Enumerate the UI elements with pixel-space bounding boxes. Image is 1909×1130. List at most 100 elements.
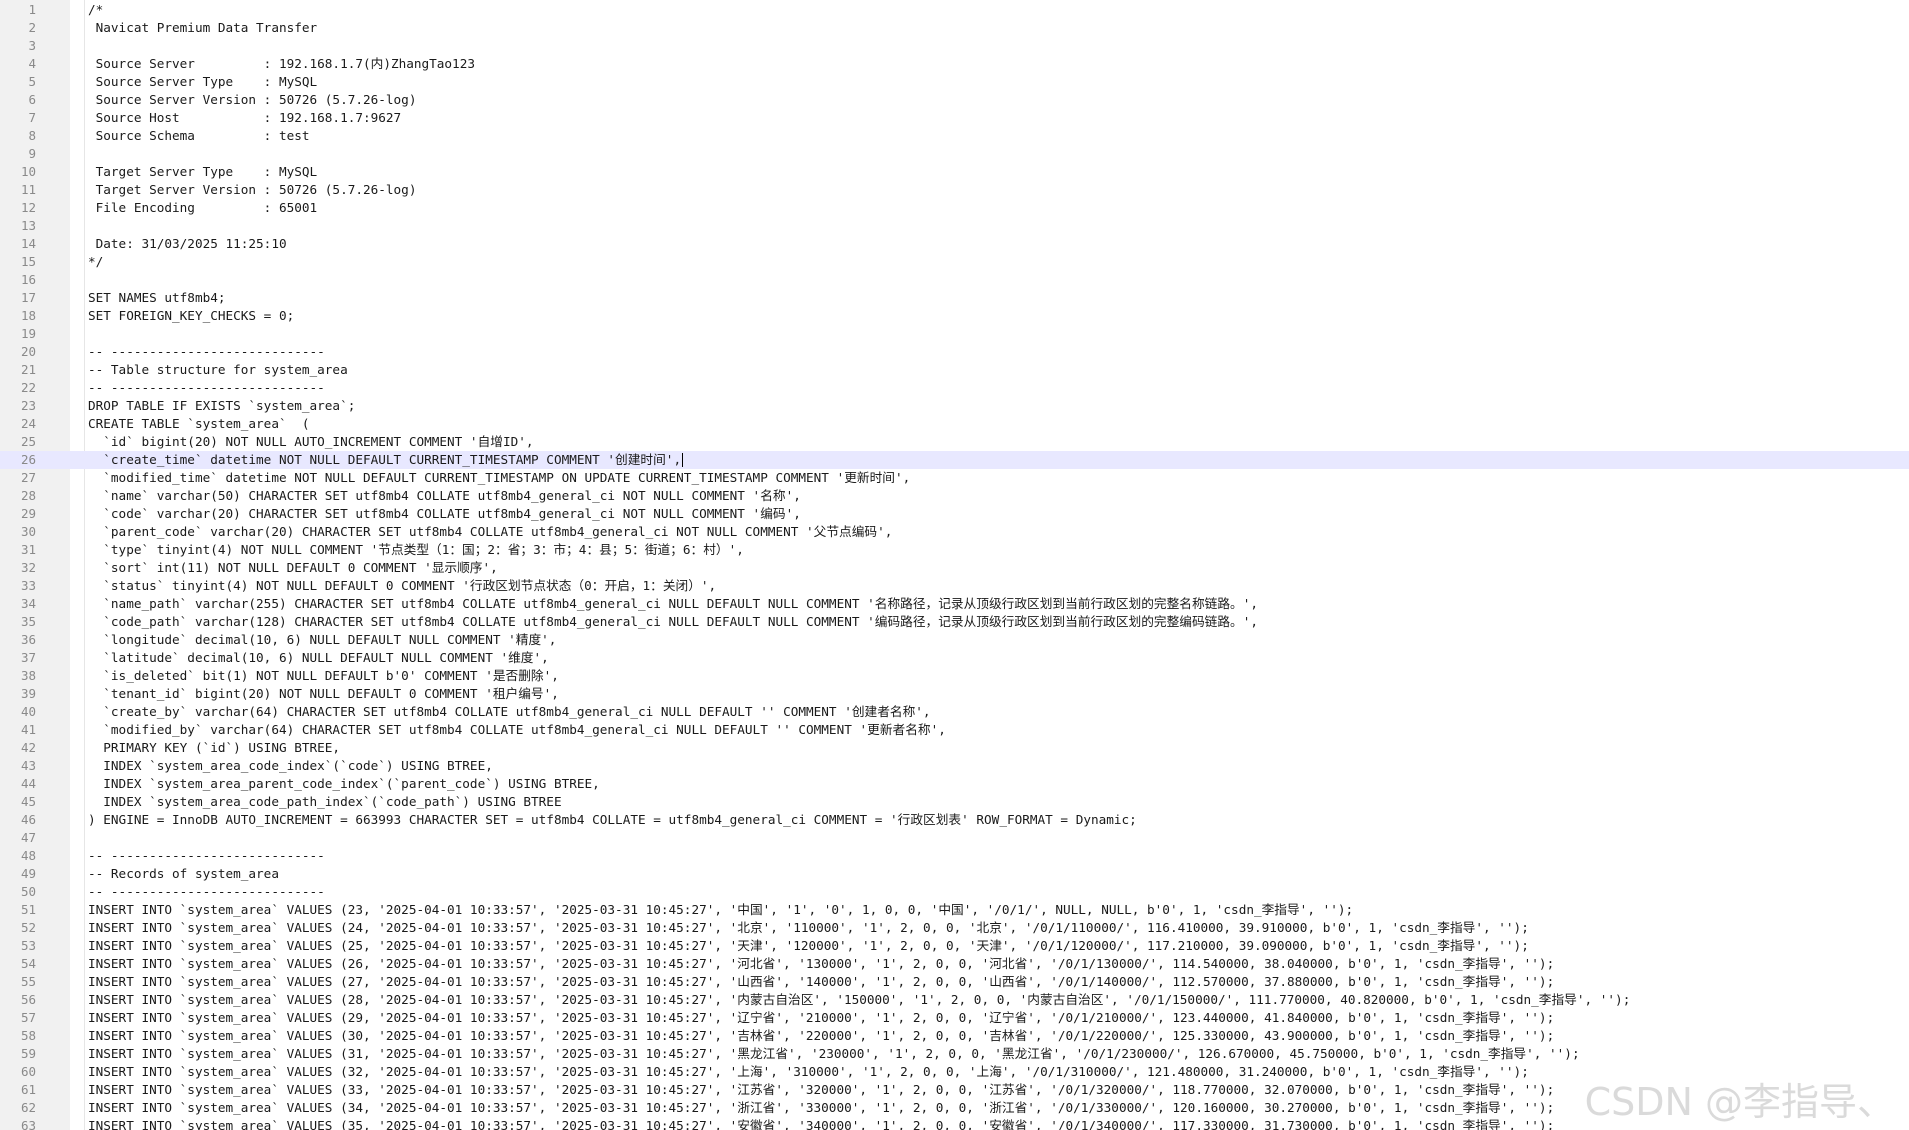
line-text[interactable]: Source Schema : test xyxy=(88,127,310,145)
line-text[interactable]: Source Server Version : 50726 (5.7.26-lo… xyxy=(88,91,417,109)
code-line[interactable]: 17 SET NAMES utf8mb4; xyxy=(0,289,1909,307)
line-text[interactable]: -- ---------------------------- xyxy=(88,343,325,361)
code-line[interactable]: 50 -- ---------------------------- xyxy=(0,883,1909,901)
code-line[interactable]: 19 xyxy=(0,325,1909,343)
line-text[interactable]: INDEX `system_area_code_path_index`(`cod… xyxy=(88,793,561,811)
code-line[interactable]: 55 INSERT INTO `system_area` VALUES (27, … xyxy=(0,973,1909,991)
line-text[interactable]: `is_deleted` bit(1) NOT NULL DEFAULT b'0… xyxy=(88,667,559,685)
code-line[interactable]: 13 xyxy=(0,217,1909,235)
line-text[interactable]: `sort` int(11) NOT NULL DEFAULT 0 COMMEN… xyxy=(88,559,498,577)
line-text[interactable]: CREATE TABLE `system_area` ( xyxy=(88,415,310,433)
line-text[interactable]: INSERT INTO `system_area` VALUES (27, '2… xyxy=(88,973,1554,991)
line-text[interactable]: INDEX `system_area_parent_code_index`(`p… xyxy=(88,775,600,793)
line-text[interactable]: INSERT INTO `system_area` VALUES (29, '2… xyxy=(88,1009,1554,1027)
code-line[interactable]: 60 INSERT INTO `system_area` VALUES (32, … xyxy=(0,1063,1909,1081)
line-text[interactable]: INSERT INTO `system_area` VALUES (23, '2… xyxy=(88,901,1353,919)
code-line[interactable]: 31 `type` tinyint(4) NOT NULL COMMENT '节… xyxy=(0,541,1909,559)
code-line[interactable]: 28 `name` varchar(50) CHARACTER SET utf8… xyxy=(0,487,1909,505)
code-line[interactable]: 1 /* xyxy=(0,1,1909,19)
line-text[interactable]: -- Records of system_area xyxy=(88,865,279,883)
line-text[interactable]: INSERT INTO `system_area` VALUES (28, '2… xyxy=(88,991,1630,1009)
line-text[interactable]: INSERT INTO `system_area` VALUES (35, '2… xyxy=(88,1117,1554,1130)
code-line[interactable]: 51 INSERT INTO `system_area` VALUES (23, … xyxy=(0,901,1909,919)
line-text[interactable]: Source Host : 192.168.1.7:9627 xyxy=(88,109,402,127)
code-line[interactable]: 25 `id` bigint(20) NOT NULL AUTO_INCREME… xyxy=(0,433,1909,451)
line-text[interactable]: -- Table structure for system_area xyxy=(88,361,348,379)
line-text[interactable]: INSERT INTO `system_area` VALUES (24, '2… xyxy=(88,919,1529,937)
code-line[interactable]: 47 xyxy=(0,829,1909,847)
line-text[interactable]: `longitude` decimal(10, 6) NULL DEFAULT … xyxy=(88,631,556,649)
code-line[interactable]: 54 INSERT INTO `system_area` VALUES (26, … xyxy=(0,955,1909,973)
line-text[interactable]: `latitude` decimal(10, 6) NULL DEFAULT N… xyxy=(88,649,549,667)
line-text[interactable]: -- ---------------------------- xyxy=(88,379,325,397)
line-text[interactable]: `status` tinyint(4) NOT NULL DEFAULT 0 C… xyxy=(88,577,716,595)
code-line[interactable]: 12 File Encoding : 65001 xyxy=(0,199,1909,217)
code-line[interactable]: 41 `modified_by` varchar(64) CHARACTER S… xyxy=(0,721,1909,739)
code-line[interactable]: 38 `is_deleted` bit(1) NOT NULL DEFAULT … xyxy=(0,667,1909,685)
code-line[interactable]: 21 -- Table structure for system_area xyxy=(0,361,1909,379)
code-line[interactable]: 37 `latitude` decimal(10, 6) NULL DEFAUL… xyxy=(0,649,1909,667)
line-text[interactable]: `create_time` datetime NOT NULL DEFAULT … xyxy=(88,451,681,469)
code-line[interactable]: 26 `create_time` datetime NOT NULL DEFAU… xyxy=(0,451,1909,469)
code-line[interactable]: 53 INSERT INTO `system_area` VALUES (25, … xyxy=(0,937,1909,955)
code-line[interactable]: 43 INDEX `system_area_code_index`(`code`… xyxy=(0,757,1909,775)
line-text[interactable]: `tenant_id` bigint(20) NOT NULL DEFAULT … xyxy=(88,685,559,703)
code-line[interactable]: 62 INSERT INTO `system_area` VALUES (34, … xyxy=(0,1099,1909,1117)
code-line[interactable]: 6 Source Server Version : 50726 (5.7.26-… xyxy=(0,91,1909,109)
code-line[interactable]: 7 Source Host : 192.168.1.7:9627 xyxy=(0,109,1909,127)
line-text[interactable]: INSERT INTO `system_area` VALUES (25, '2… xyxy=(88,937,1529,955)
line-text[interactable]: INSERT INTO `system_area` VALUES (34, '2… xyxy=(88,1099,1554,1117)
code-line[interactable]: 34 `name_path` varchar(255) CHARACTER SE… xyxy=(0,595,1909,613)
code-line[interactable]: 18 SET FOREIGN_KEY_CHECKS = 0; xyxy=(0,307,1909,325)
code-line[interactable]: 27 `modified_time` datetime NOT NULL DEF… xyxy=(0,469,1909,487)
code-line[interactable]: 39 `tenant_id` bigint(20) NOT NULL DEFAU… xyxy=(0,685,1909,703)
line-text[interactable]: `code` varchar(20) CHARACTER SET utf8mb4… xyxy=(88,505,801,523)
line-text[interactable]: `type` tinyint(4) NOT NULL COMMENT '节点类型… xyxy=(88,541,744,559)
code-line[interactable]: 61 INSERT INTO `system_area` VALUES (33, … xyxy=(0,1081,1909,1099)
code-line[interactable]: 59 INSERT INTO `system_area` VALUES (31, … xyxy=(0,1045,1909,1063)
code-line[interactable]: 46) ENGINE = InnoDB AUTO_INCREMENT = 663… xyxy=(0,811,1909,829)
code-line[interactable]: 44 INDEX `system_area_parent_code_index`… xyxy=(0,775,1909,793)
line-text[interactable]: Target Server Type : MySQL xyxy=(88,163,318,181)
code-line[interactable]: 10 Target Server Type : MySQL xyxy=(0,163,1909,181)
line-text[interactable]: `modified_by` varchar(64) CHARACTER SET … xyxy=(88,721,946,739)
code-line[interactable]: 63 INSERT INTO `system_area` VALUES (35, … xyxy=(0,1117,1909,1130)
code-line[interactable]: 9 xyxy=(0,145,1909,163)
code-line[interactable]: 40 `create_by` varchar(64) CHARACTER SET… xyxy=(0,703,1909,721)
line-text[interactable]: Target Server Version : 50726 (5.7.26-lo… xyxy=(88,181,417,199)
line-text[interactable]: `name` varchar(50) CHARACTER SET utf8mb4… xyxy=(88,487,801,505)
line-text[interactable]: `code_path` varchar(128) CHARACTER SET u… xyxy=(88,613,1258,631)
line-text[interactable]: INSERT INTO `system_area` VALUES (33, '2… xyxy=(88,1081,1554,1099)
code-line[interactable]: 14 Date: 31/03/2025 11:25:10 xyxy=(0,235,1909,253)
code-line[interactable]: 8 Source Schema : test xyxy=(0,127,1909,145)
code-line[interactable]: 45 INDEX `system_area_code_path_index`(`… xyxy=(0,793,1909,811)
line-text[interactable]: `modified_time` datetime NOT NULL DEFAUL… xyxy=(88,469,910,487)
code-line[interactable]: 52 INSERT INTO `system_area` VALUES (24, … xyxy=(0,919,1909,937)
line-text[interactable]: Navicat Premium Data Transfer xyxy=(88,19,318,37)
code-line[interactable]: 57 INSERT INTO `system_area` VALUES (29, … xyxy=(0,1009,1909,1027)
code-line[interactable]: 33 `status` tinyint(4) NOT NULL DEFAULT … xyxy=(0,577,1909,595)
line-text[interactable]: Source Server Type : MySQL xyxy=(88,73,318,91)
line-text[interactable]: DROP TABLE IF EXISTS `system_area`; xyxy=(88,397,355,415)
code-line[interactable]: 23 DROP TABLE IF EXISTS `system_area`; xyxy=(0,397,1909,415)
code-line[interactable]: 58 INSERT INTO `system_area` VALUES (30, … xyxy=(0,1027,1909,1045)
line-text[interactable]: -- ---------------------------- xyxy=(88,847,325,865)
line-text[interactable]: -- ---------------------------- xyxy=(88,883,325,901)
line-text[interactable]: Date: 31/03/2025 11:25:10 xyxy=(88,235,287,253)
line-text[interactable]: `id` bigint(20) NOT NULL AUTO_INCREMENT … xyxy=(88,433,533,451)
code-line[interactable]: 24 CREATE TABLE `system_area` ( xyxy=(0,415,1909,433)
code-lines[interactable]: 1/* 2 Navicat Premium Data Transfer 3 4 Sou… xyxy=(0,1,1909,1130)
code-line[interactable]: 36 `longitude` decimal(10, 6) NULL DEFAU… xyxy=(0,631,1909,649)
code-line[interactable]: 48 -- ---------------------------- xyxy=(0,847,1909,865)
code-line[interactable]: 5 Source Server Type : MySQL xyxy=(0,73,1909,91)
code-line[interactable]: 11 Target Server Version : 50726 (5.7.26… xyxy=(0,181,1909,199)
code-line[interactable]: 56 INSERT INTO `system_area` VALUES (28, … xyxy=(0,991,1909,1009)
line-text[interactable]: INDEX `system_area_code_index`(`code`) U… xyxy=(88,757,493,775)
code-line[interactable]: 42 PRIMARY KEY (`id`) USING BTREE, xyxy=(0,739,1909,757)
code-line[interactable]: 15 */ xyxy=(0,253,1909,271)
code-line[interactable]: 35 `code_path` varchar(128) CHARACTER SE… xyxy=(0,613,1909,631)
line-text[interactable]: `create_by` varchar(64) CHARACTER SET ut… xyxy=(88,703,930,721)
line-text[interactable]: SET NAMES utf8mb4; xyxy=(88,289,226,307)
code-line[interactable]: 16 xyxy=(0,271,1909,289)
line-text[interactable]: */ xyxy=(88,253,103,271)
